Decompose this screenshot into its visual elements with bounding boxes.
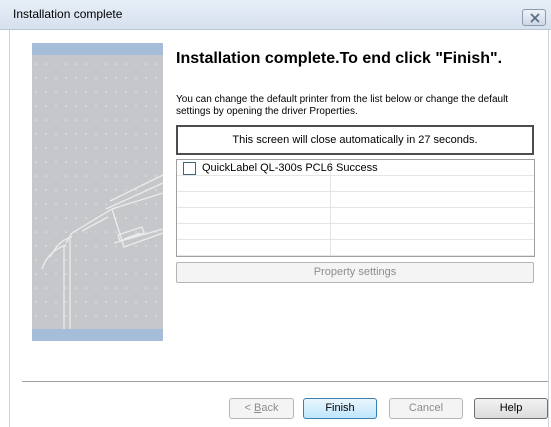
property-settings-button[interactable]: Property settings [176,262,534,283]
list-item[interactable]: QuickLabel QL-300s PCL6 Success [177,160,534,176]
default-printer-checkbox[interactable] [183,162,196,175]
help-button[interactable]: Help [474,398,548,419]
cancel-button[interactable]: Cancel [389,398,463,419]
close-icon [530,13,540,23]
back-button[interactable]: < Back [229,398,294,419]
footer-divider [22,381,548,382]
empty-list-row [177,176,534,192]
printer-name: QuickLabel QL-300s PCL6 [202,162,333,174]
window-left-border [9,30,10,427]
empty-list-row [177,192,534,208]
install-status: Success [336,162,378,174]
window-title: Installation complete [13,7,123,21]
back-prefix: < [244,402,254,414]
banner-bottom-strip [32,329,163,341]
empty-list-row [177,240,534,256]
back-rest: ack [261,402,279,414]
printer-banner-image [32,43,163,341]
close-button[interactable] [522,9,546,26]
printer-list[interactable]: QuickLabel QL-300s PCL6 Success [176,159,535,257]
finish-button[interactable]: Finish [303,398,377,419]
page-heading: Installation complete.To end click "Fini… [176,50,503,67]
empty-list-row [177,224,534,240]
empty-list-row [177,208,534,224]
title-bar[interactable]: Installation complete [0,0,551,30]
installer-window: Installation complete Installation compl… [0,0,551,427]
auto-close-countdown: This screen will close automatically in … [176,125,534,155]
printer-illustration [32,55,163,329]
window-right-border [548,30,549,427]
instruction-text: You can change the default printer from … [176,94,509,117]
